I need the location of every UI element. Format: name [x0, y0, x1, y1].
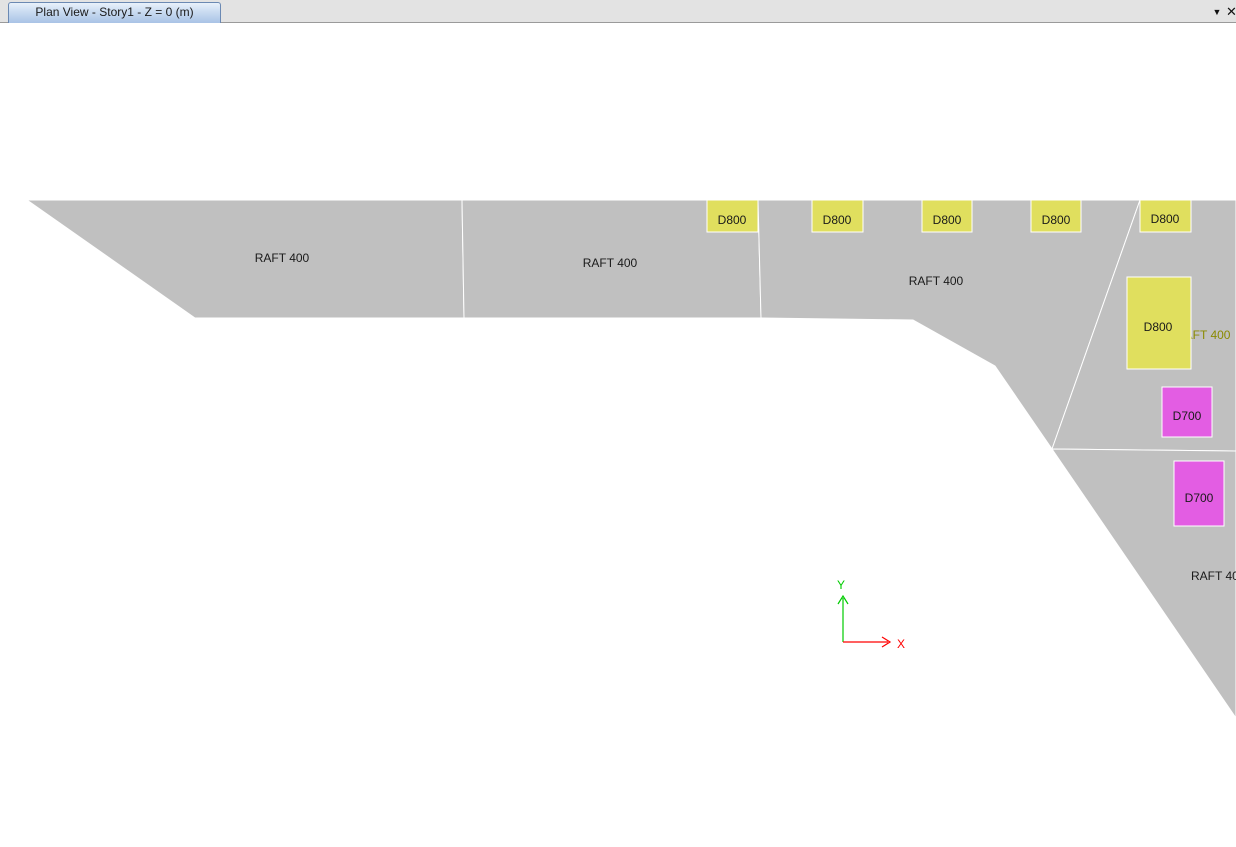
y-axis-label: Y: [837, 578, 845, 592]
slab-label: RAFT 400: [909, 274, 964, 288]
close-icon[interactable]: ✕: [1226, 3, 1236, 21]
view-titlebar: Plan View - Story1 - Z = 0 (m) ▼ ✕: [0, 0, 1236, 23]
plan-drawing: RAFT 400 RAFT 400 RAFT 400 RAFT 400 RAFT…: [25, 199, 1236, 719]
pile-label: D800: [1151, 212, 1180, 226]
tab-plan-view[interactable]: Plan View - Story1 - Z = 0 (m): [8, 2, 221, 23]
pile-label: D700: [1185, 491, 1214, 505]
slab-label: RAFT 400: [255, 251, 310, 265]
pile-label: D800: [933, 213, 962, 227]
plan-view-canvas[interactable]: RAFT 400 RAFT 400 RAFT 400 RAFT 400 RAFT…: [0, 23, 1236, 847]
pile-label: D800: [1042, 213, 1071, 227]
pile-label: D800: [823, 213, 852, 227]
x-axis-label: X: [897, 637, 905, 651]
pile-label: D800: [718, 213, 747, 227]
pile-label: D700: [1173, 409, 1202, 423]
chevron-down-icon[interactable]: ▼: [1211, 3, 1223, 21]
axes-indicator: Y X: [837, 578, 905, 651]
slab-label: RAFT 400: [583, 256, 638, 270]
slab-label: RAFT 40: [1191, 569, 1236, 583]
pile-label: D800: [1144, 320, 1173, 334]
slab-area[interactable]: [25, 199, 465, 319]
